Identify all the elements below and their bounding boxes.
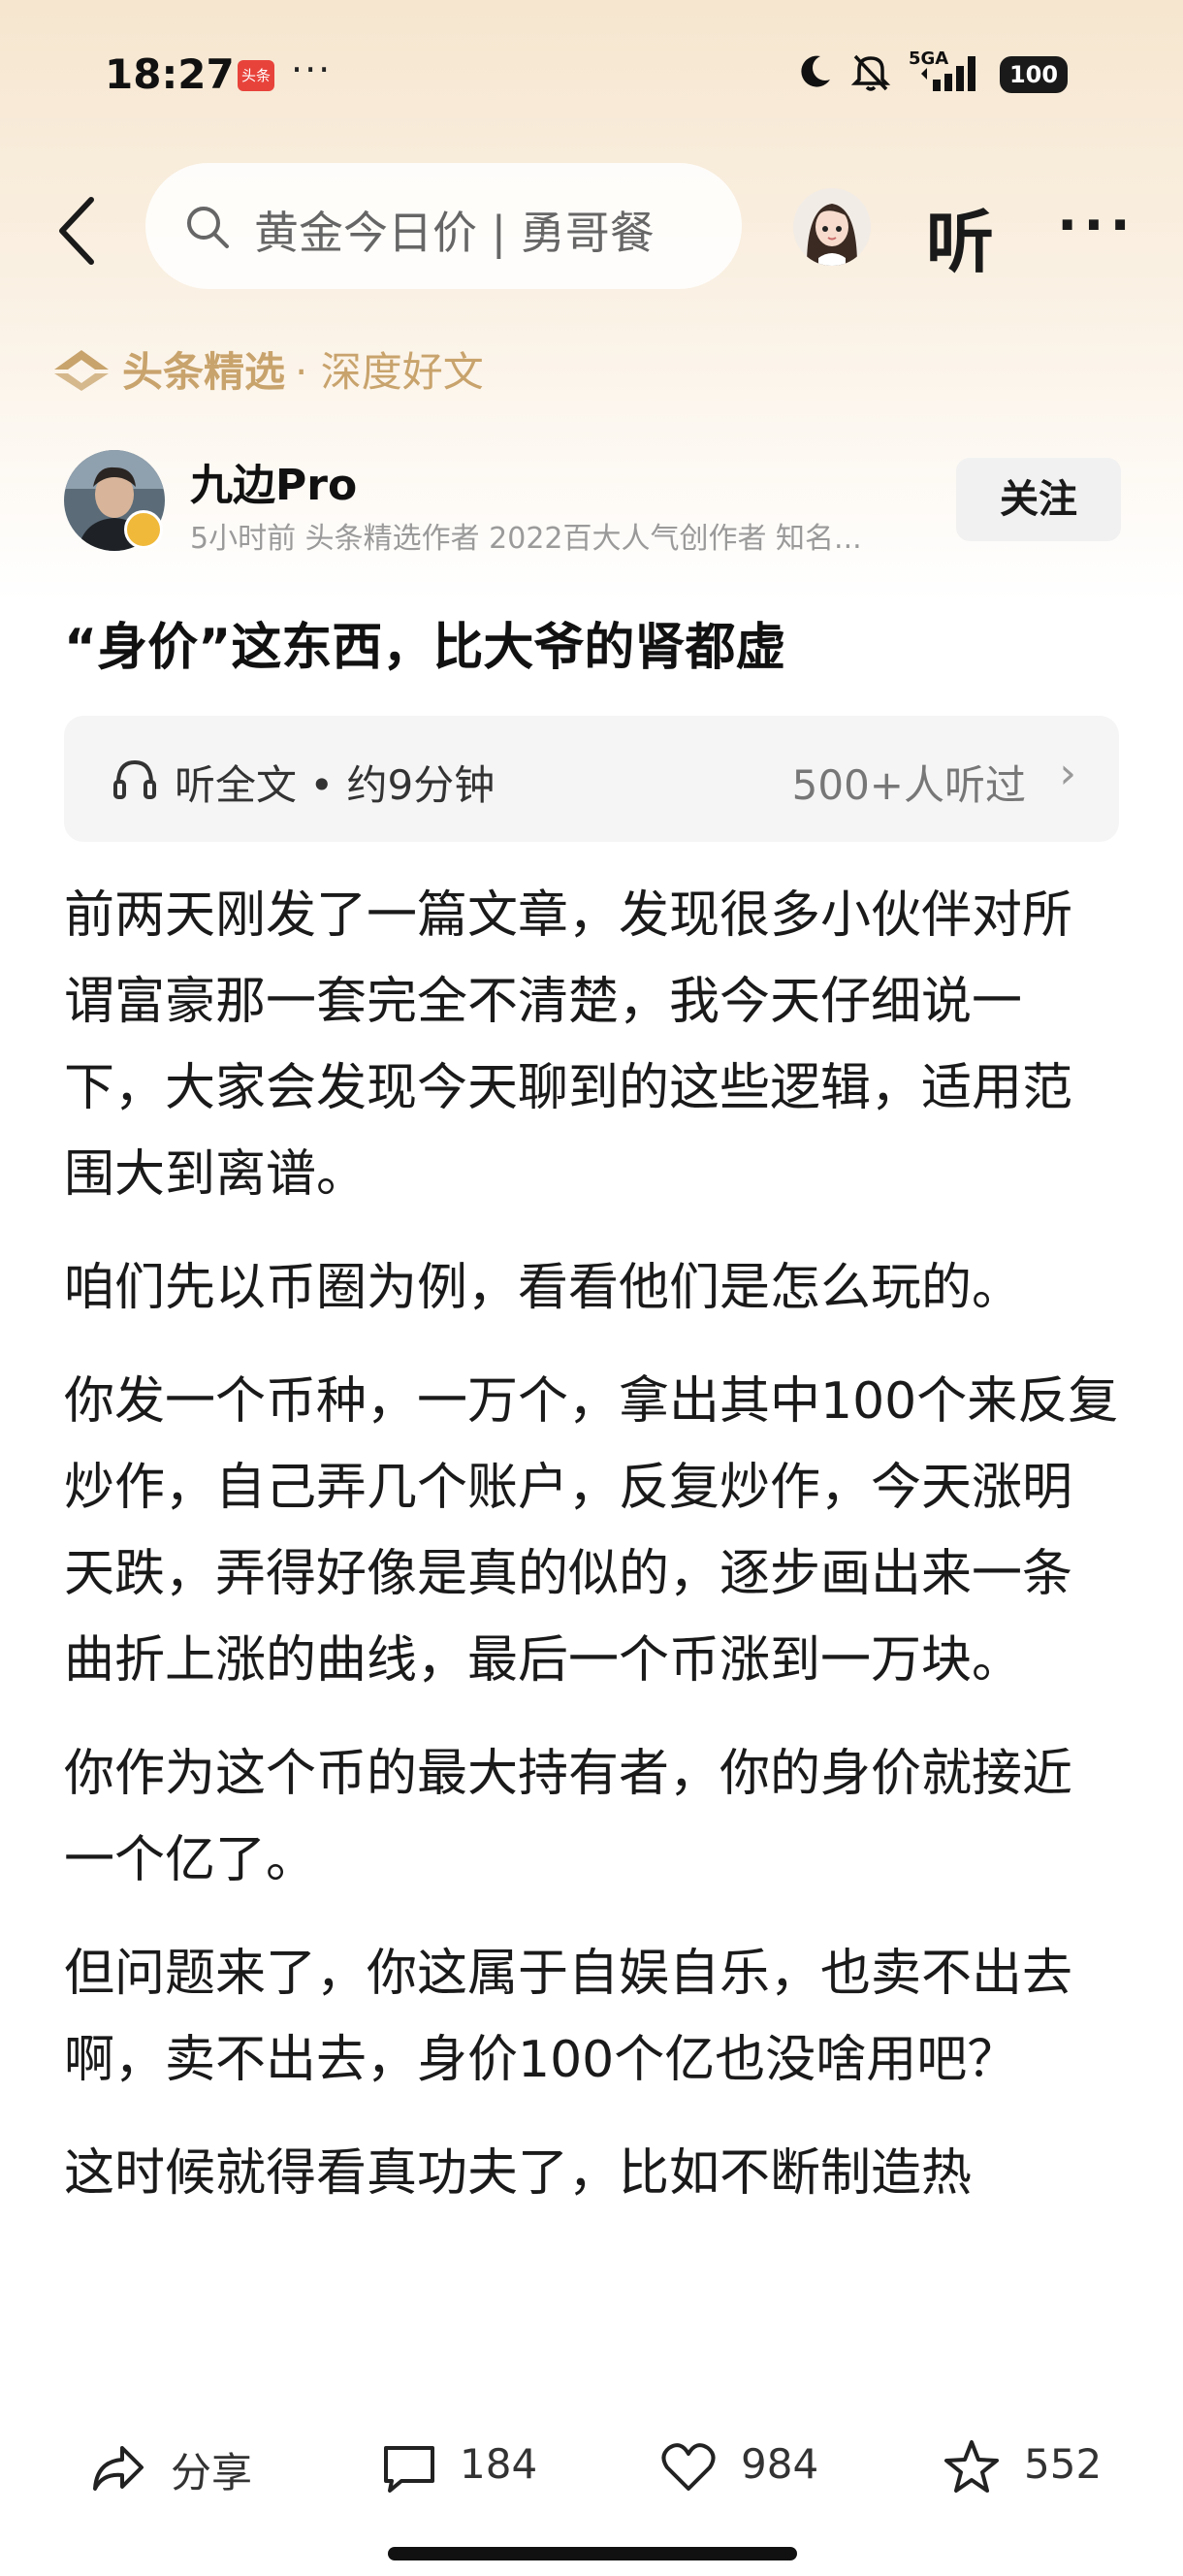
channel-subtitle: · 深度好文 xyxy=(295,348,484,396)
chevron-right-icon: › xyxy=(1059,749,1076,798)
share-button[interactable]: 分享 xyxy=(89,2438,264,2496)
search-icon xyxy=(187,207,229,248)
home-indicator[interactable] xyxy=(388,2547,797,2560)
article-paragraph: 你发一个币种，一万个，拿出其中100个来反复炒作，自己弄几个账户，反复炒作，今天… xyxy=(64,1372,1119,1690)
search-bar[interactable]: 黄金今日价 | 勇哥餐 xyxy=(145,163,742,289)
follow-button[interactable]: 关注 xyxy=(956,458,1121,541)
moon-icon xyxy=(801,55,830,87)
comment-button[interactable]: 184 xyxy=(380,2438,555,2496)
comment-icon xyxy=(384,2446,434,2493)
article-paragraph: 咱们先以币圈为例，看看他们是怎么玩的。 xyxy=(64,1259,1023,1317)
author-name[interactable]: 九边Pro xyxy=(190,450,357,512)
user-avatar[interactable] xyxy=(793,188,871,266)
comment-count: 184 xyxy=(460,2440,538,2488)
favorite-button[interactable]: 552 xyxy=(943,2438,1117,2496)
more-options-button[interactable]: ··· xyxy=(1057,194,1136,257)
bell-off-icon xyxy=(850,54,891,91)
article-paragraph: 但问题来了，你这属于自娱自乐，也卖不出去啊，卖不出去，身价100个亿也没啥用吧？ xyxy=(64,1945,1073,2089)
verified-badge-icon xyxy=(124,510,163,549)
star-icon xyxy=(944,2440,999,2493)
audio-listen-count: 500+人听过 xyxy=(791,761,1026,809)
article-body: 前两天刚发了一篇文章，发现很多小伙伴对所谓富豪那一套完全不清楚，我今天仔细说一下… xyxy=(64,873,1121,2244)
headphone-icon xyxy=(113,759,156,799)
article-paragraph: 你作为这个币的最大持有者，你的身价就接近一个亿了。 xyxy=(64,1745,1073,1889)
status-time: 18:27 xyxy=(105,50,235,98)
heart-icon xyxy=(661,2443,716,2491)
listen-button[interactable]: 听 xyxy=(926,188,994,286)
share-label: 分享 xyxy=(171,2449,253,2496)
listen-full-text-bar[interactable]: 听全文 • 约9分钟 500+人听过 › xyxy=(64,716,1119,842)
channel-name[interactable]: 头条精选 xyxy=(122,339,285,399)
like-button[interactable]: 984 xyxy=(659,2438,834,2496)
toutiao-select-logo-icon xyxy=(54,350,109,391)
like-count: 984 xyxy=(741,2440,819,2488)
author-meta: 5小时前 头条精选作者 2022百大人气创作者 知名... xyxy=(190,522,862,556)
back-arrow-icon[interactable] xyxy=(52,192,101,270)
app-notification-badge: 头条 xyxy=(238,60,274,91)
article-paragraph: 前两天刚发了一篇文章，发现很多小伙伴对所谓富豪那一套完全不清楚，我今天仔细说一下… xyxy=(64,886,1073,1204)
article-paragraph: 这时候就得看真功夫了，比如不断制造热 xyxy=(64,2144,973,2203)
signal-icon xyxy=(921,56,975,91)
audio-label: 听全文 • 约9分钟 xyxy=(175,761,496,809)
status-more-icon: ··· xyxy=(291,48,333,91)
share-icon xyxy=(93,2446,144,2491)
article-title: “身价”这东西，比大爷的肾都虚 xyxy=(64,619,786,677)
battery-icon: 100 xyxy=(1000,56,1068,93)
search-input[interactable]: 黄金今日价 | 勇哥餐 xyxy=(254,198,719,262)
favorite-count: 552 xyxy=(1024,2440,1103,2488)
